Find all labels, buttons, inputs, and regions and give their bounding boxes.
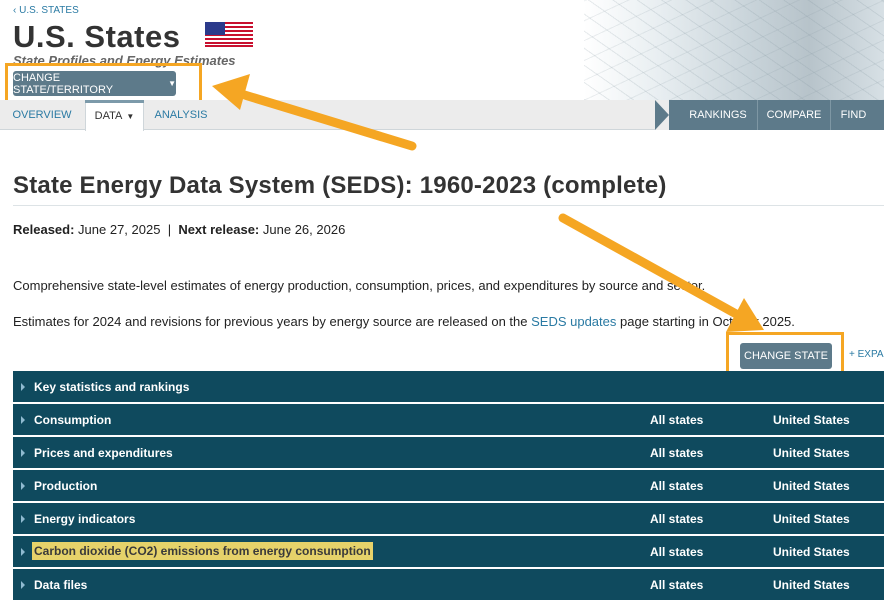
all-states-link[interactable]: All states	[650, 578, 703, 592]
triangle-right-icon	[21, 482, 25, 490]
triangle-right-icon	[21, 581, 25, 589]
nav-compare[interactable]: COMPARE	[757, 100, 830, 130]
tab-data[interactable]: DATA ▼	[85, 100, 144, 131]
released-label: Released:	[13, 222, 75, 237]
accordion-label: Data files	[34, 578, 88, 592]
accordion-row-energy-indicators[interactable]: Energy indicators All states United Stat…	[13, 503, 884, 534]
accordion-label: Energy indicators	[34, 512, 136, 526]
all-states-link[interactable]: All states	[650, 545, 703, 559]
tab-overview[interactable]: OVERVIEW	[6, 100, 78, 130]
nav-find[interactable]: FIND	[830, 100, 876, 130]
us-flag-icon	[205, 22, 253, 47]
description-text-updates: Estimates for 2024 and revisions for pre…	[13, 314, 795, 329]
all-states-link[interactable]: All states	[650, 446, 703, 460]
caret-down-icon: ▼	[126, 111, 135, 121]
triangle-right-icon	[21, 449, 25, 457]
page-title: State Energy Data System (SEDS): 1960-20…	[13, 172, 667, 199]
united-states-link[interactable]: United States	[773, 413, 850, 427]
description-2-pre: Estimates for 2024 and revisions for pre…	[13, 314, 532, 329]
description-2-post: page starting in October 2025.	[616, 314, 795, 329]
united-states-link[interactable]: United States	[773, 512, 850, 526]
triangle-right-icon	[21, 548, 25, 556]
all-states-link[interactable]: All states	[650, 512, 703, 526]
triangle-right-icon	[21, 515, 25, 523]
united-states-link[interactable]: United States	[773, 545, 850, 559]
site-title: U.S. States	[13, 19, 181, 54]
accordion-row-prices-expenditures[interactable]: Prices and expenditures All states Unite…	[13, 437, 884, 468]
united-states-link[interactable]: United States	[773, 578, 850, 592]
accordion-row-co2-emissions[interactable]: Carbon dioxide (CO2) emissions from ener…	[13, 536, 884, 567]
next-release-date: June 26, 2026	[262, 222, 346, 237]
tab-analysis[interactable]: ANALYSIS	[148, 100, 214, 130]
triangle-right-icon	[21, 416, 25, 424]
all-states-link[interactable]: All states	[650, 479, 703, 493]
accordion-label: Consumption	[34, 413, 112, 427]
accordion-label: Key statistics and rankings	[34, 380, 190, 394]
accordion-label: Production	[34, 479, 98, 493]
release-info: Released: June 27, 2025 | Next release: …	[13, 222, 345, 237]
tab-data-label: DATA	[94, 110, 123, 122]
released-date: June 27, 2025	[78, 222, 161, 237]
accordion-label-highlighted: Carbon dioxide (CO2) emissions from ener…	[32, 542, 373, 560]
nav-rankings[interactable]: RANKINGS	[679, 100, 757, 130]
breadcrumb-us-states[interactable]: ‹ U.S. STATES	[13, 5, 79, 16]
title-divider	[13, 205, 884, 206]
accordion-row-consumption[interactable]: Consumption All states United States	[13, 404, 884, 435]
accordion-row-production[interactable]: Production All states United States	[13, 470, 884, 501]
accordion-row-data-files[interactable]: Data files All states United States	[13, 569, 884, 600]
header-map-image	[584, 0, 884, 100]
annotation-highlight-box	[5, 63, 202, 104]
all-states-link[interactable]: All states	[650, 413, 703, 427]
expand-all-link[interactable]: + EXPAND ALL	[849, 349, 884, 360]
description-text: Comprehensive state-level estimates of e…	[13, 278, 706, 293]
triangle-right-icon	[21, 383, 25, 391]
next-release-label: Next release:	[178, 222, 260, 237]
united-states-link[interactable]: United States	[773, 446, 850, 460]
release-separator: |	[167, 222, 172, 237]
accordion-row-key-statistics[interactable]: Key statistics and rankings	[13, 371, 884, 402]
united-states-link[interactable]: United States	[773, 479, 850, 493]
right-nav-notch	[655, 100, 669, 130]
seds-updates-link[interactable]: SEDS updates	[531, 314, 616, 329]
accordion-label: Prices and expenditures	[34, 446, 173, 460]
